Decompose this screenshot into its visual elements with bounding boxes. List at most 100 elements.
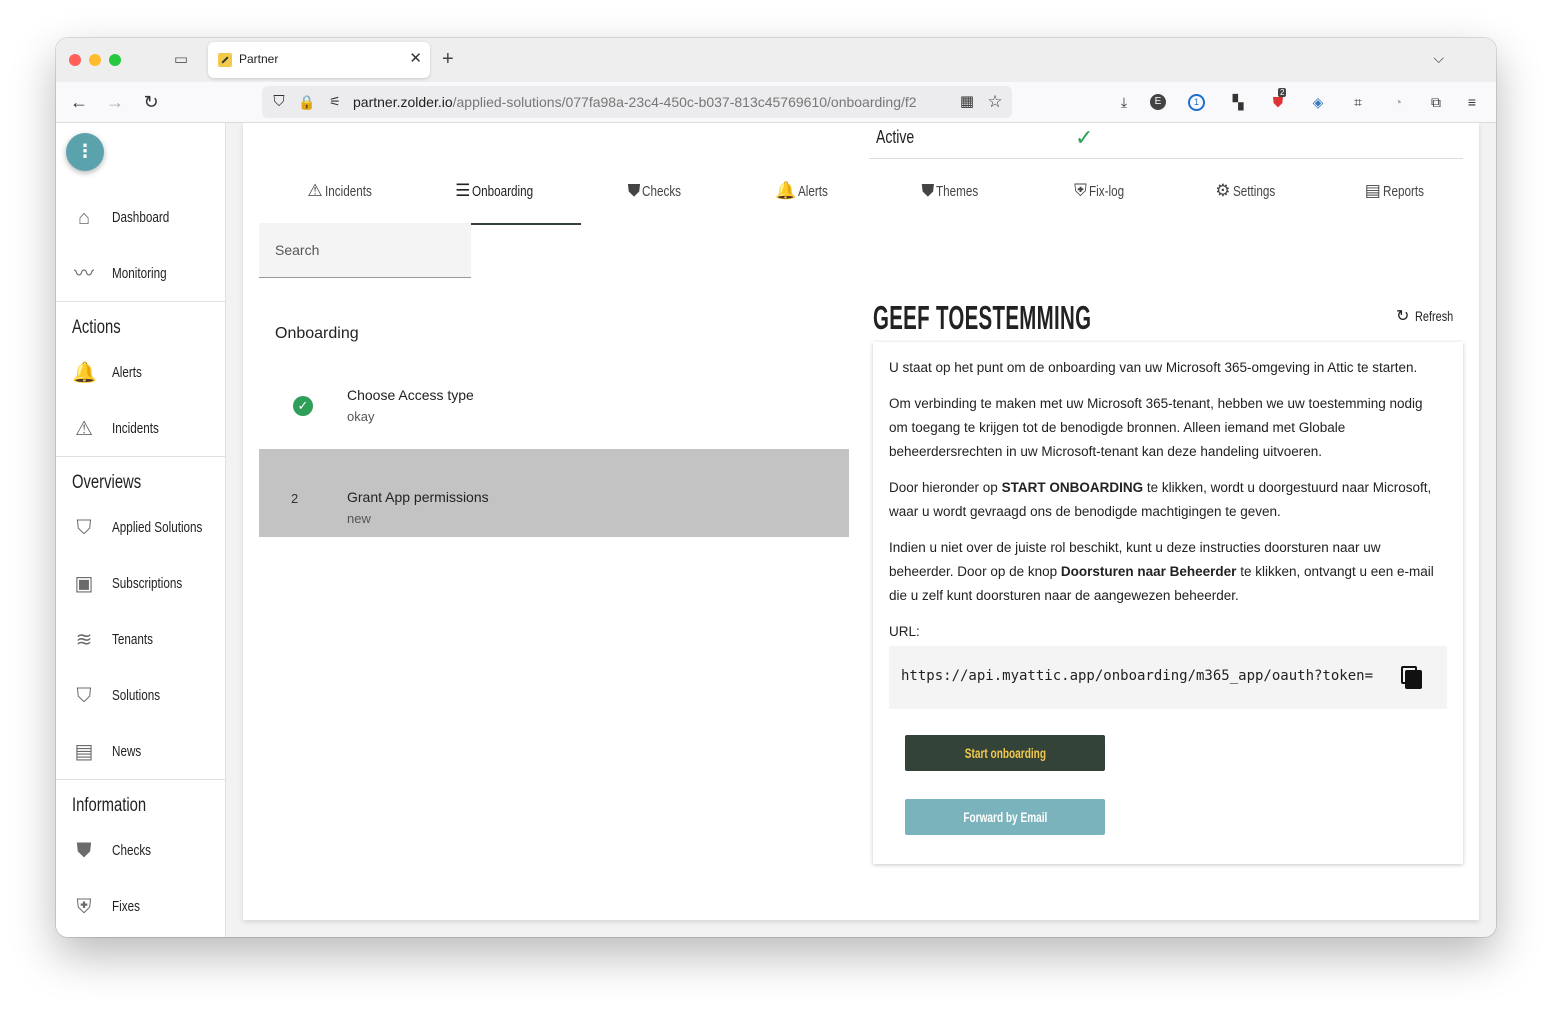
sidebar-item-solutions[interactable]: ⛉ Solutions: [56, 671, 225, 721]
step-choose-access-type[interactable]: ✓ Choose Access type okay: [259, 361, 849, 449]
download-icon[interactable]: ⤓: [1114, 92, 1134, 112]
url-label: URL:: [889, 624, 920, 639]
app-area: ⋮ ⌂ Dashboard 〰 Monitoring Actions 🔔 Ale…: [56, 123, 1496, 937]
search-input[interactable]: [259, 223, 471, 278]
onboarding-url[interactable]: https://api.myattic.app/onboarding/m365_…: [901, 668, 1381, 684]
tab-alerts[interactable]: 🔔 Alerts: [718, 181, 884, 223]
sidebar-item-fixes[interactable]: ⛨ Fixes: [56, 882, 225, 932]
tab-settings[interactable]: ⚙ Settings: [1163, 181, 1329, 223]
reload-icon[interactable]: ↻: [140, 91, 162, 113]
hamburger-menu-icon[interactable]: ≡: [1462, 92, 1482, 112]
step-grant-app-permissions[interactable]: 2 Grant App permissions new: [259, 449, 849, 537]
cube-extension-icon[interactable]: ◈: [1308, 92, 1328, 112]
tab-themes[interactable]: ⛊ Themes: [868, 181, 1034, 223]
chevron-down-icon[interactable]: ⌵: [1433, 50, 1444, 67]
sidebar-divider: [56, 301, 225, 302]
copy-icon[interactable]: [1401, 666, 1422, 689]
close-tab-icon[interactable]: ✕: [409, 50, 422, 68]
step-number: 2: [291, 491, 299, 506]
sidebar-item-news[interactable]: ▤ News: [56, 727, 225, 777]
warning-icon: ⚠: [75, 418, 93, 440]
check-icon: ✓: [1075, 125, 1094, 150]
consent-paragraph-2: Om verbinding te maken met uw Microsoft …: [889, 396, 1423, 459]
sidebar: ⋮ ⌂ Dashboard 〰 Monitoring Actions 🔔 Ale…: [56, 123, 226, 937]
browser-window: ▭ Partner ✕ + ⌵ ← → ↻ ⛉ 🔒 ⚟ partner.zold…: [56, 38, 1496, 937]
button-label: Start onboarding: [964, 745, 1046, 761]
sidebar-item-checks[interactable]: ⛊ Checks: [56, 826, 225, 876]
maximize-window-button[interactable]: [109, 54, 121, 66]
tracking-shield-icon[interactable]: ⛉: [268, 91, 290, 113]
bookmark-star-icon[interactable]: ☆: [984, 91, 1006, 113]
sidebar-item-label: Monitoring: [112, 265, 167, 282]
bell-icon: 🔔: [775, 181, 797, 200]
status-label: Active: [876, 127, 915, 147]
sidebar-item-monitoring[interactable]: 〰 Monitoring: [56, 249, 225, 299]
refresh-icon: ↻: [1396, 308, 1410, 325]
tab-label: Incidents: [324, 182, 372, 200]
permissions-icon[interactable]: ⚟: [324, 91, 346, 113]
tab-onboarding[interactable]: ☰ Onboarding: [415, 181, 581, 225]
sidebar-item-label: Applied Solutions: [112, 519, 203, 536]
consent-panel: U staat op het punt om de onboarding van…: [873, 342, 1463, 864]
tab-label: Fix-log: [1088, 182, 1124, 200]
consent-paragraph-1: U staat op het punt om de onboarding van…: [889, 360, 1418, 375]
tab-label: Onboarding: [472, 182, 534, 200]
shield-pulse-icon: ⛉: [76, 517, 92, 539]
shield-icon: ⛉: [76, 685, 92, 707]
refresh-button[interactable]: ↻ Refresh: [1396, 306, 1464, 326]
shield-check-icon: ⛊: [76, 840, 92, 862]
pulse-icon: 〰: [74, 263, 94, 285]
sidebar-item-alerts[interactable]: 🔔 Alerts: [56, 348, 225, 398]
grid-extension-icon[interactable]: ▚: [1228, 92, 1248, 112]
consent-paragraph-4: Indien u niet over de juiste rol beschik…: [889, 536, 1441, 608]
menu-fab-button[interactable]: ⋮: [66, 133, 104, 171]
sidebar-item-applied-solutions[interactable]: ⛉ Applied Solutions: [56, 503, 225, 553]
sidebar-item-tenants[interactable]: ≋ Tenants: [56, 615, 225, 665]
qr-code-icon[interactable]: ▦: [956, 91, 978, 113]
sidebar-item-label: News: [112, 743, 142, 760]
text-bold-segment: START ONBOARDING: [1001, 480, 1144, 495]
text-segment: Door hieronder op: [889, 480, 1002, 495]
sidebar-item-incidents[interactable]: ⚠ Incidents: [56, 404, 225, 454]
lock-icon[interactable]: 🔒: [296, 91, 318, 113]
tab-label: Themes: [936, 182, 979, 200]
sidebar-item-label: Tenants: [112, 631, 153, 648]
crop-icon[interactable]: ⌗: [1348, 92, 1368, 112]
sidebar-item-label: Incidents: [112, 420, 159, 437]
forward-by-email-button[interactable]: Forward by Email: [905, 799, 1105, 835]
tab-checks[interactable]: ⛊ Checks: [572, 181, 738, 223]
browser-tab-partner[interactable]: Partner ✕: [208, 42, 430, 78]
password-manager-icon[interactable]: 1: [1188, 94, 1205, 111]
extension-e-icon[interactable]: E: [1150, 94, 1166, 110]
extension-icon[interactable]: ◔: [1388, 92, 1408, 112]
address-bar[interactable]: ⛉ 🔒 ⚟ partner.zolder.io/applied-solution…: [262, 86, 1012, 118]
sidebar-heading-actions: Actions: [72, 317, 121, 338]
close-window-button[interactable]: [69, 54, 81, 66]
start-onboarding-button[interactable]: Start onboarding: [905, 735, 1105, 771]
back-arrow-icon[interactable]: ←: [68, 91, 90, 113]
forward-arrow-icon[interactable]: →: [104, 91, 126, 113]
url-path: /applied-solutions/077fa98a-23c4-450c-b0…: [452, 94, 917, 110]
tab-reports[interactable]: ▤ Reports: [1312, 181, 1478, 223]
consent-title: GEEF TOESTEMMING: [873, 299, 1092, 336]
gear-icon: ⚙: [1215, 181, 1231, 200]
minimize-window-button[interactable]: [89, 54, 101, 66]
sidebar-item-subscriptions[interactable]: ▣ Subscriptions: [56, 559, 225, 609]
tab-fix-log[interactable]: ⛨ Fix-log: [1016, 181, 1182, 223]
browser-tab-title: Partner: [239, 52, 279, 66]
solution-tabs: ⚠ Incidents ☰ Onboarding ⛊ Checks 🔔 Alerts ⛊…: [258, 181, 1458, 225]
button-label: Forward by Email: [962, 809, 1048, 825]
list-icon: ☰: [455, 181, 471, 200]
sidebar-item-label: Subscriptions: [112, 575, 183, 592]
url-domain: partner.zolder.io: [353, 94, 453, 110]
tab-label: Alerts: [798, 182, 829, 200]
url-box: https://api.myattic.app/onboarding/m365_…: [889, 646, 1447, 709]
new-tab-icon[interactable]: +: [442, 48, 454, 70]
sidebar-item-dashboard[interactable]: ⌂ Dashboard: [56, 193, 225, 243]
puzzle-icon[interactable]: ⧉: [1426, 92, 1446, 112]
tab-list-icon[interactable]: ▭: [172, 51, 190, 69]
tab-incidents[interactable]: ⚠ Incidents: [258, 181, 424, 223]
tab-label: Reports: [1382, 182, 1424, 200]
tab-label: Checks: [642, 182, 682, 200]
url-text[interactable]: partner.zolder.io/applied-solutions/077f…: [353, 94, 953, 110]
